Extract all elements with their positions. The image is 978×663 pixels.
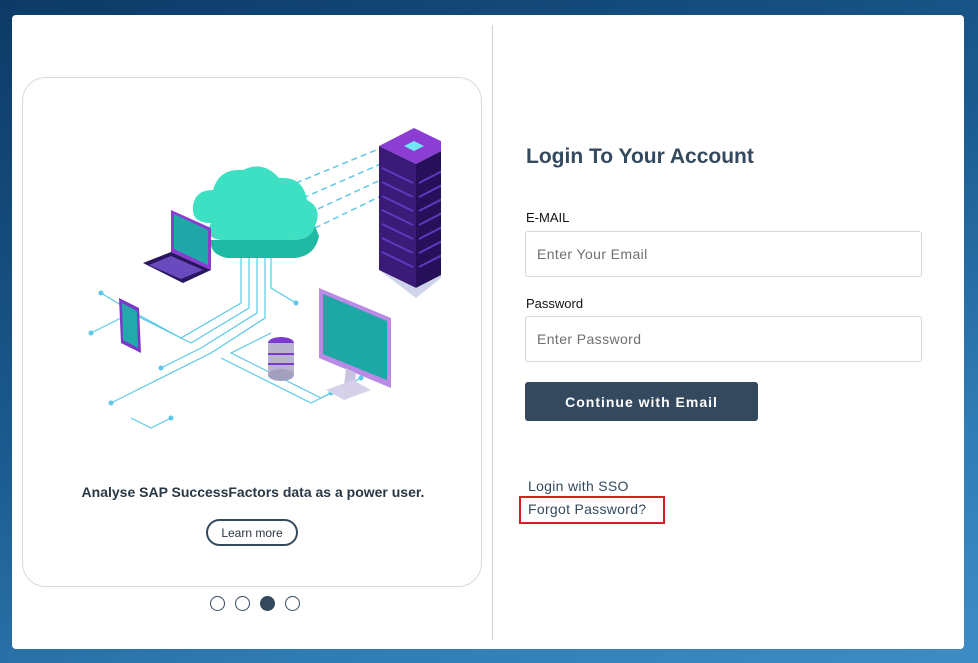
cloud-icon: [192, 166, 319, 258]
carousel-dot-3-active[interactable]: [260, 596, 275, 611]
promo-tagline: Analyse SAP SuccessFactors data as a pow…: [81, 484, 425, 500]
cloud-server-illustration: [88, 128, 441, 429]
carousel-dot-1[interactable]: [210, 596, 225, 611]
continue-with-email-button[interactable]: Continue with Email: [525, 382, 758, 421]
column-divider: [492, 25, 493, 640]
database-icon: [268, 337, 294, 381]
email-label: E-MAIL: [526, 210, 570, 225]
login-card: Analyse SAP SuccessFactors data as a pow…: [12, 15, 964, 649]
monitor-icon: [319, 288, 391, 400]
promo-panel: Analyse SAP SuccessFactors data as a pow…: [22, 77, 482, 587]
password-field[interactable]: [525, 316, 922, 362]
carousel-dot-4[interactable]: [285, 596, 300, 611]
learn-more-button[interactable]: Learn more: [206, 519, 298, 546]
server-rack-icon: [379, 128, 441, 298]
password-label: Password: [526, 296, 584, 311]
forgot-password-link[interactable]: Forgot Password?: [528, 501, 646, 517]
page-title: Login To Your Account: [526, 145, 754, 168]
carousel-dot-2[interactable]: [235, 596, 250, 611]
carousel-indicators: [210, 596, 300, 611]
tablet-icon: [119, 298, 141, 353]
email-field[interactable]: [525, 231, 922, 277]
login-with-sso-link[interactable]: Login with SSO: [528, 478, 629, 494]
